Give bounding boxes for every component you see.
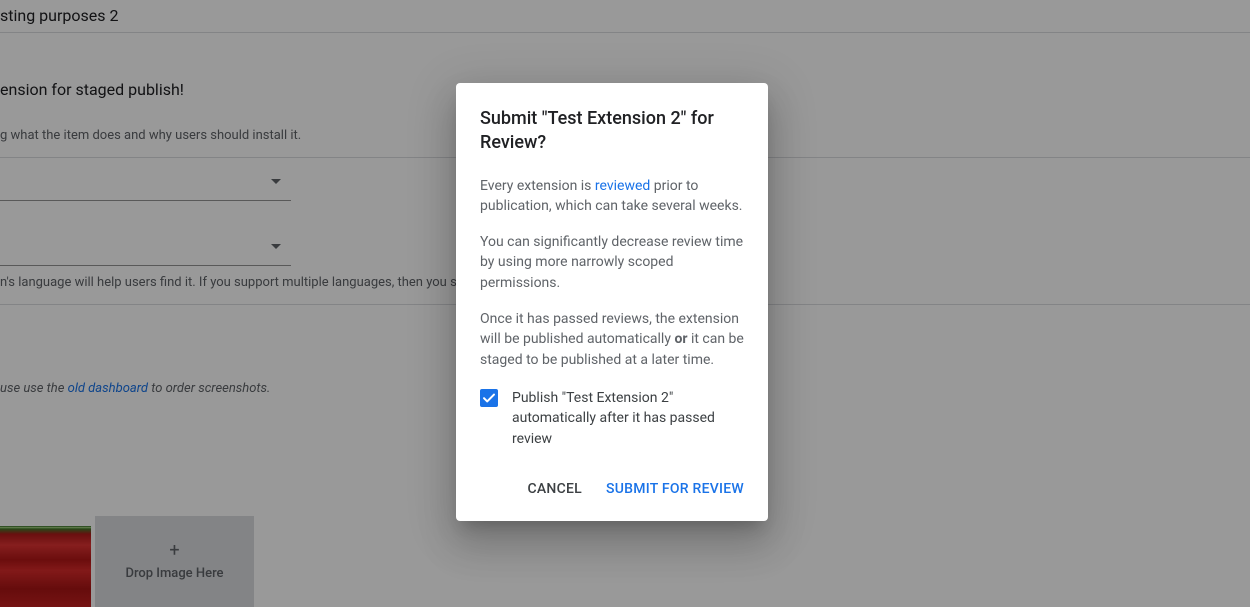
- dialog-paragraph-1: Every extension is reviewed prior to pub…: [480, 176, 744, 217]
- p3-or: or: [674, 331, 687, 347]
- submit-review-dialog: Submit "Test Extension 2" for Review? Ev…: [456, 83, 768, 521]
- check-icon: [482, 391, 496, 405]
- dialog-paragraph-2: You can significantly decrease review ti…: [480, 232, 744, 293]
- auto-publish-checkbox[interactable]: [480, 389, 498, 407]
- dialog-body: Every extension is reviewed prior to pub…: [456, 156, 768, 457]
- submit-for-review-button[interactable]: SUBMIT FOR REVIEW: [598, 473, 752, 505]
- dialog-actions: CANCEL SUBMIT FOR REVIEW: [456, 457, 768, 521]
- auto-publish-row[interactable]: Publish "Test Extension 2" automatically…: [480, 386, 744, 449]
- dialog-paragraph-3: Once it has passed reviews, the extensio…: [480, 309, 744, 370]
- cancel-button[interactable]: CANCEL: [520, 473, 590, 505]
- reviewed-link[interactable]: reviewed: [595, 178, 650, 194]
- auto-publish-label: Publish "Test Extension 2" automatically…: [512, 388, 744, 449]
- dialog-title: Submit "Test Extension 2" for Review?: [456, 83, 768, 156]
- p1-pre: Every extension is: [480, 178, 595, 194]
